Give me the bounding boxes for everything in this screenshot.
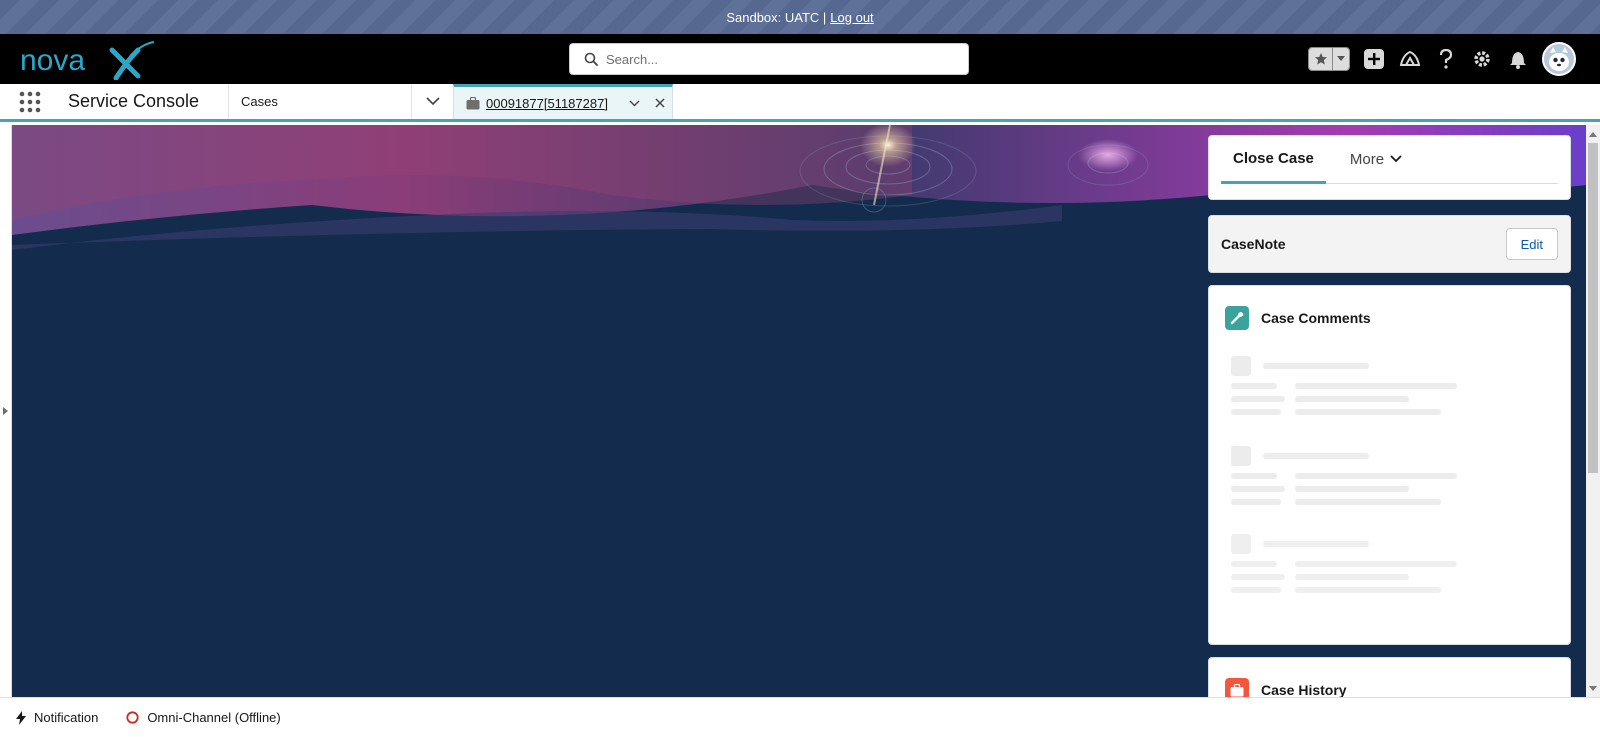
user-avatar[interactable] (1542, 42, 1576, 76)
global-search[interactable] (569, 43, 969, 75)
notifications-button[interactable] (1506, 47, 1530, 71)
scrollbar-thumb[interactable] (1588, 143, 1598, 473)
chevron-down-icon (1390, 155, 1402, 163)
wrench-icon (1225, 306, 1249, 330)
object-tab-cases[interactable]: Cases (228, 84, 411, 119)
tab-more[interactable]: More (1338, 135, 1414, 183)
header-actions (1308, 42, 1576, 76)
trailhead-icon (1399, 50, 1421, 66)
case-history-header: Case History (1209, 658, 1570, 702)
chevron-down-icon[interactable] (1333, 48, 1349, 70)
app-launcher-icon (19, 91, 41, 112)
close-tab-button[interactable] (650, 98, 670, 108)
app-name: Service Console (68, 91, 200, 111)
bell-icon (1510, 52, 1526, 69)
scroll-down-arrow[interactable] (1586, 681, 1600, 695)
tabs-card: Close Case More (1208, 135, 1571, 200)
chevron-right-icon (3, 407, 8, 415)
workspace: Close Case More CaseNote Edit Case Comme… (0, 125, 1600, 717)
lightning-icon (16, 710, 26, 725)
sidebar-tabset: Close Case More (1221, 136, 1558, 184)
workspace-tab-case[interactable]: 00091877[51187287] (453, 84, 673, 119)
case-briefcase-icon (466, 96, 480, 109)
omni-channel-label: Omni-Channel (Offline) (147, 710, 281, 725)
utility-bar: Notification Omni-Channel (Offline) (0, 697, 1600, 737)
novax-logo[interactable]: nova (20, 38, 160, 81)
navigation-menu-button[interactable] (411, 84, 453, 119)
case-history-title: Case History (1261, 682, 1347, 698)
search-icon (584, 52, 598, 66)
plus-icon (1364, 49, 1384, 69)
setup-button[interactable] (1470, 47, 1494, 71)
chevron-down-icon (425, 97, 440, 106)
tab-close-case[interactable]: Close Case (1221, 136, 1326, 184)
sandbox-label: Sandbox: UATC | (726, 9, 827, 25)
favorites-button[interactable] (1308, 47, 1350, 71)
case-comments-title: Case Comments (1261, 310, 1371, 326)
split-view-toggle[interactable] (0, 125, 12, 697)
workspace-tab-label[interactable]: 00091877[51187287] (486, 96, 618, 111)
logout-link[interactable]: Log out (830, 10, 873, 25)
global-actions-button[interactable] (1362, 47, 1386, 71)
star-icon[interactable] (1309, 48, 1333, 70)
offline-status-icon (126, 711, 139, 724)
edit-button[interactable]: Edit (1505, 228, 1558, 260)
notification-label: Notification (34, 710, 99, 725)
casenote-card: CaseNote Edit (1208, 215, 1571, 273)
help-button[interactable] (1434, 47, 1458, 71)
omni-channel-utility[interactable]: Omni-Channel (Offline) (114, 710, 292, 725)
chevron-down-icon (629, 100, 639, 106)
search-input[interactable] (606, 51, 946, 67)
case-comments-card: Case Comments (1208, 285, 1571, 645)
sidebar-scrollbar[interactable] (1586, 125, 1600, 697)
help-icon (1439, 49, 1453, 69)
close-icon (655, 98, 665, 108)
logo-text: nova (20, 44, 85, 77)
case-comments-header: Case Comments (1209, 286, 1570, 330)
tab-more-label: More (1349, 150, 1385, 168)
tab-menu-button[interactable] (624, 100, 644, 107)
casenote-title: CaseNote (1221, 236, 1286, 252)
gear-icon (1474, 51, 1490, 67)
app-launcher-button[interactable] (0, 84, 60, 119)
notification-utility[interactable]: Notification (4, 710, 110, 725)
right-sidebar: Close Case More CaseNote Edit Case Comme… (1196, 125, 1586, 717)
trailhead-button[interactable] (1398, 47, 1422, 71)
global-header: nova (0, 34, 1600, 84)
scroll-up-arrow[interactable] (1586, 127, 1600, 141)
console-nav-bar: Service Console Cases 00091877[51187287] (0, 84, 1600, 122)
sandbox-banner: Sandbox: UATC | Log out (0, 0, 1600, 34)
